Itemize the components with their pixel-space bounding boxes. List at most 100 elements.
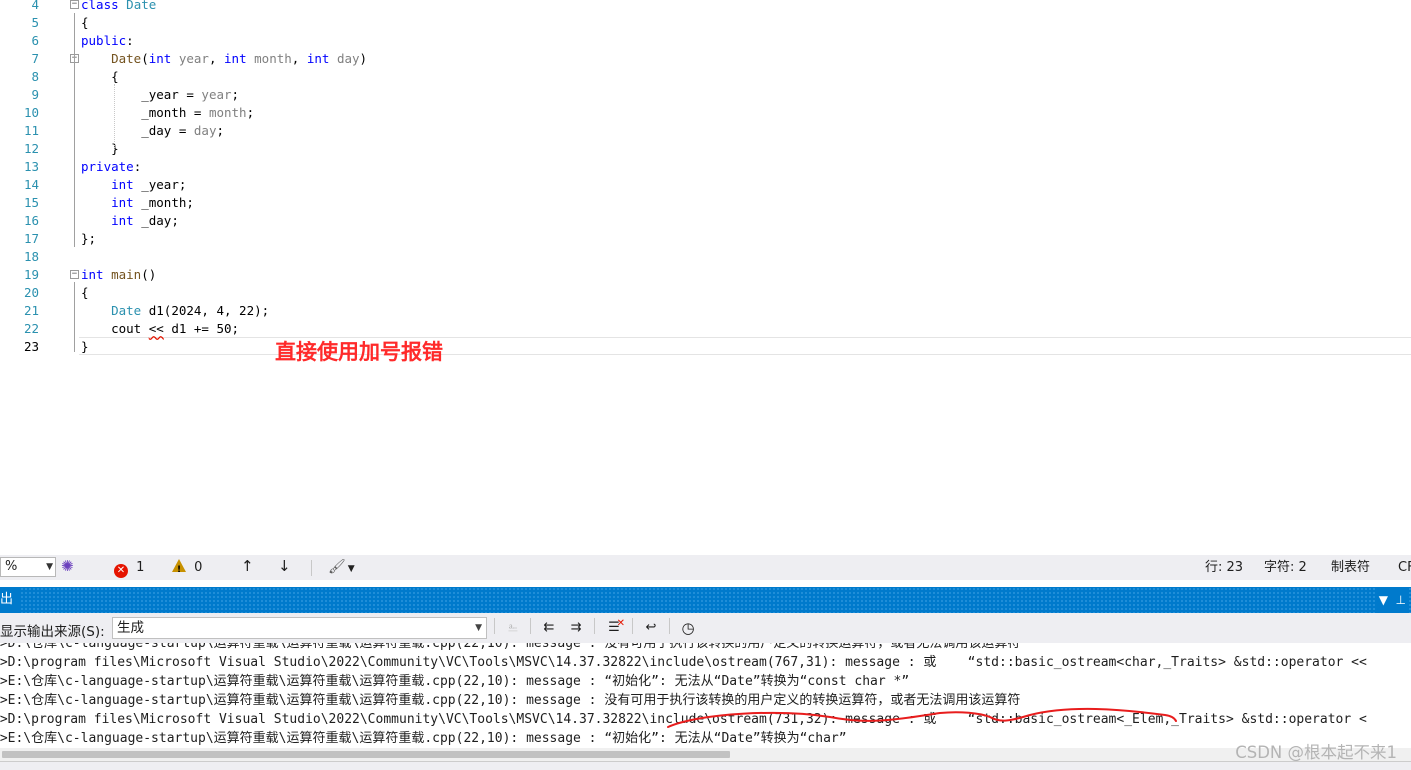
code-line[interactable]: 15 int _month;: [0, 194, 1411, 212]
code-text: _year = year;: [81, 87, 240, 102]
code-line[interactable]: 16 int _day;: [0, 212, 1411, 230]
collapse-icon[interactable]: −: [70, 0, 79, 9]
code-text: }: [81, 339, 89, 354]
code-line[interactable]: 4 − class Date: [0, 0, 1411, 14]
separator: [311, 560, 312, 576]
watermark: CSDN @根本起不来1: [1235, 743, 1397, 762]
brush-icon[interactable]: 🖌 ▼: [328, 558, 355, 576]
code-line[interactable]: 18: [0, 248, 1411, 266]
line-number: 23: [23, 339, 39, 354]
code-text: {: [81, 15, 89, 30]
separator: [494, 618, 495, 634]
line-number: 4: [31, 0, 39, 12]
zoom-select[interactable]: % ▼: [0, 557, 56, 577]
collapse-icon[interactable]: −: [70, 270, 79, 279]
fold-bar: [74, 13, 75, 247]
line-indicator[interactable]: 行: 23: [1205, 559, 1243, 577]
code-text: int _day;: [111, 213, 179, 228]
code-text: Date d1(2024, 4, 22);: [111, 303, 270, 318]
code-line[interactable]: 13 private:: [0, 158, 1411, 176]
output-line: 1>E:\仓库\c-language-startup\运算符重载\运算符重载\运…: [0, 674, 910, 689]
code-line[interactable]: 7− Date(int year, int month, int day): [0, 50, 1411, 68]
code-line[interactable]: 14 int _year;: [0, 176, 1411, 194]
code-text: int _year;: [111, 177, 187, 192]
code-text: };: [81, 231, 97, 246]
line-number: 5: [31, 15, 39, 30]
code-text: int _month;: [111, 195, 194, 210]
code-text: private:: [81, 159, 142, 174]
line-number: 8: [31, 69, 39, 84]
code-text: class Date: [81, 0, 157, 12]
word-wrap-icon[interactable]: ↩: [640, 618, 662, 638]
code-line[interactable]: 9 _year = year;: [0, 86, 1411, 104]
separator: [632, 618, 633, 634]
code-line[interactable]: 22 cout << d1 += 50;: [0, 320, 1411, 338]
line-number: 20: [23, 285, 39, 300]
warning-icon: !: [172, 559, 186, 575]
error-count-button[interactable]: ✕ 1: [114, 559, 145, 578]
char-indicator[interactable]: 字符: 2: [1264, 559, 1307, 577]
arrow-up-icon[interactable]: ↑: [241, 557, 254, 575]
code-line[interactable]: 5{: [0, 14, 1411, 32]
line-number: 19: [23, 267, 39, 282]
code-text: _day = day;: [81, 123, 224, 138]
output-line: 1>D:\program files\Microsoft Visual Stud…: [0, 712, 1367, 727]
indent-guide: [114, 84, 115, 150]
clear-all-icon[interactable]: ☰ ✕: [603, 618, 625, 638]
output-line: 1>E:\仓库\c-language-startup\运算符重载\运算符重载\运…: [0, 693, 1021, 708]
separator: [594, 618, 595, 634]
separator: [669, 618, 670, 634]
code-line[interactable]: 23}: [0, 338, 1411, 356]
scrollbar-thumb[interactable]: [2, 751, 730, 758]
output-source-select[interactable]: 生成 ▼: [112, 617, 487, 639]
find-message-icon[interactable]: ⎁: [502, 618, 524, 638]
chevron-down-icon: ▼: [475, 623, 482, 633]
bottom-tab-strip: [0, 761, 1411, 770]
code-text: _month = month;: [81, 105, 255, 120]
line-number: 16: [23, 213, 39, 228]
error-count: 1: [136, 560, 145, 575]
chevron-down-icon[interactable]: ▼: [1375, 587, 1391, 613]
line-number: 12: [23, 141, 39, 156]
intellicode-icon[interactable]: ✺: [61, 557, 74, 575]
output-text[interactable]: 1>D:\仓库\c-language-startup\运算符重载\运算符重载\运…: [0, 643, 1411, 748]
arrow-down-icon[interactable]: ↓: [278, 557, 291, 575]
code-line[interactable]: 19 − int main(): [0, 266, 1411, 284]
warning-count-button[interactable]: ! 0: [172, 559, 202, 577]
clock-icon[interactable]: ◷: [677, 618, 699, 638]
output-source-label: 显示输出来源(S):: [0, 624, 105, 640]
code-line[interactable]: 10 _month = month;: [0, 104, 1411, 122]
code-text: Date(int year, int month, int day): [111, 51, 368, 66]
warning-count: 0: [194, 560, 203, 575]
tabs-indicator[interactable]: 制表符: [1331, 559, 1370, 577]
zoom-value: %: [5, 559, 18, 574]
eol-indicator[interactable]: CF: [1398, 559, 1411, 577]
line-number: 18: [23, 249, 39, 264]
code-line[interactable]: 6 public:: [0, 32, 1411, 50]
code-line[interactable]: 20 {: [0, 284, 1411, 302]
code-editor[interactable]: 4− class Date 5{6 public: 7− Date(int year, …: [0, 0, 1411, 555]
error-annotation: 直接使用加号报错: [275, 340, 443, 364]
code-line[interactable]: 11 _day = day;: [0, 122, 1411, 140]
output-panel-title-bar: 出 ▼ ⊥: [0, 587, 1411, 613]
error-icon: ✕: [114, 564, 128, 578]
line-number: 11: [23, 123, 39, 138]
horizontal-scrollbar[interactable]: [0, 748, 1411, 761]
next-message-icon[interactable]: ⇉: [565, 618, 587, 638]
code-line[interactable]: 12 }: [0, 140, 1411, 158]
code-text: {: [81, 285, 89, 300]
code-text: cout << d1 += 50;: [81, 321, 240, 336]
separator: [530, 618, 531, 634]
prev-message-icon[interactable]: ⇇: [538, 618, 560, 638]
pin-icon[interactable]: ⊥: [1392, 587, 1409, 613]
output-line: 1>D:\program files\Microsoft Visual Stud…: [0, 655, 1367, 670]
chevron-down-icon: ▼: [46, 562, 53, 572]
code-line[interactable]: 21 Date d1(2024, 4, 22);: [0, 302, 1411, 320]
fold-bar: [74, 282, 75, 352]
code-text: public:: [81, 33, 134, 48]
code-line[interactable]: 8 {: [0, 68, 1411, 86]
code-line[interactable]: 17};: [0, 230, 1411, 248]
line-number: 22: [23, 321, 39, 336]
output-line: 1>D:\仓库\c-language-startup\运算符重载\运算符重载\运…: [0, 643, 1021, 651]
output-source-value: 生成: [117, 620, 144, 636]
